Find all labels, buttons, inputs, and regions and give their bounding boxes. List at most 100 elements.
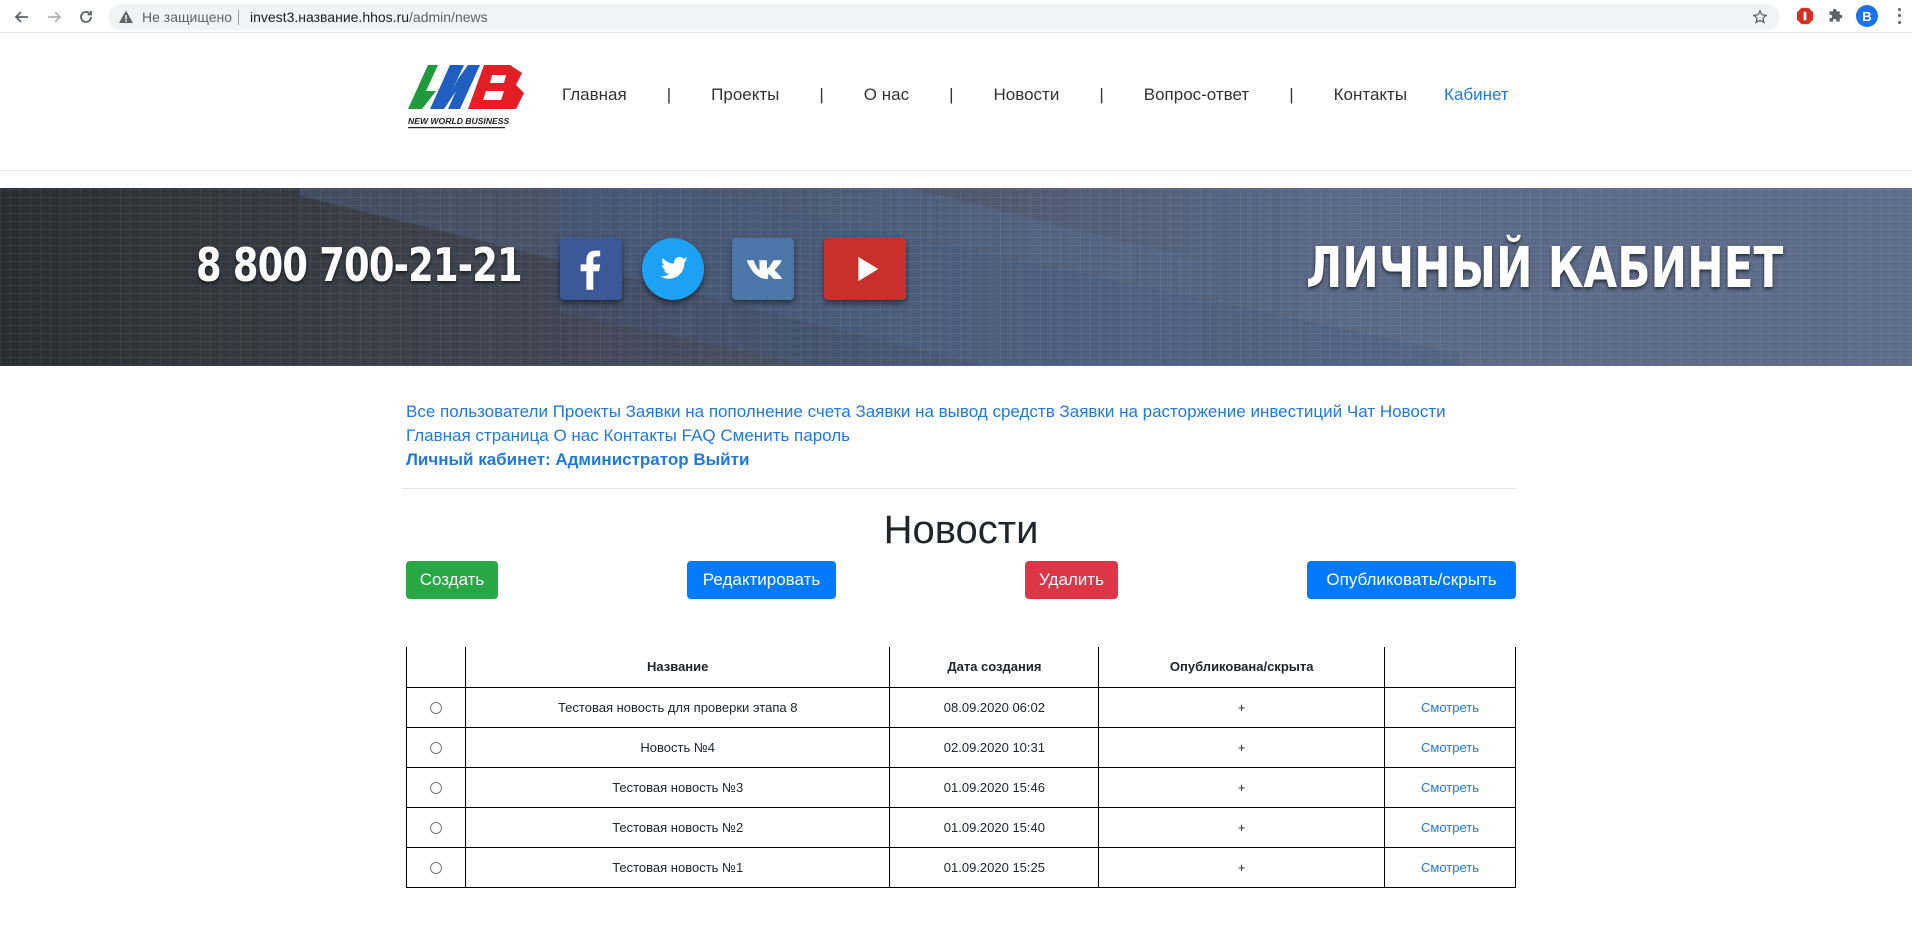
facebook-icon[interactable]: [560, 238, 622, 300]
puzzle-extensions-icon[interactable]: [1825, 6, 1845, 26]
admin-link-users[interactable]: Все пользователи: [406, 402, 548, 421]
admin-link-chat[interactable]: Чат: [1347, 402, 1375, 421]
news-date: 01.09.2020 15:46: [889, 766, 1100, 808]
admin-link-about[interactable]: О нас: [553, 426, 598, 445]
news-date: 02.09.2020 10:31: [889, 726, 1100, 768]
nav-projects[interactable]: Проекты: [711, 85, 779, 105]
url-text[interactable]: invest3.название.hhos.ru/admin/news: [250, 9, 488, 25]
column-header-select: [406, 647, 466, 688]
main-nav: Главная | Проекты | О нас | Новости | Во…: [562, 83, 1509, 107]
publish-toggle-button[interactable]: Опубликовать/скрыть: [1307, 561, 1516, 599]
nav-faq[interactable]: Вопрос-ответ: [1144, 85, 1249, 105]
news-table: Название Дата создания Опубликована/скры…: [406, 647, 1516, 888]
nwb-logo[interactable]: NEW WORLD BUSINESS: [406, 61, 526, 131]
admin-account-link[interactable]: Личный кабинет: Администратор: [406, 450, 689, 469]
security-label: Не защищено: [142, 9, 232, 25]
nav-contacts[interactable]: Контакты: [1334, 85, 1407, 105]
warning-icon[interactable]: [118, 9, 134, 25]
nav-separator: |: [1289, 85, 1294, 104]
edit-button[interactable]: Редактировать: [687, 561, 836, 599]
row-select-cell: [406, 806, 466, 848]
nav-home[interactable]: Главная: [562, 85, 627, 105]
admin-link-contacts[interactable]: Контакты: [603, 426, 676, 445]
news-title: Тестовая новость №2: [464, 806, 891, 848]
news-date: 01.09.2020 15:40: [889, 806, 1100, 848]
nav-news[interactable]: Новости: [994, 85, 1060, 105]
row-radio[interactable]: [429, 822, 442, 835]
reload-icon[interactable]: [74, 5, 98, 29]
bookmark-star-icon[interactable]: [1752, 9, 1768, 25]
news-date: 08.09.2020 06:02: [889, 686, 1100, 728]
row-action-cell: Смотреть: [1384, 806, 1516, 848]
forward-arrow-icon[interactable]: [42, 5, 66, 29]
browser-toolbar: Не защищено invest3.название.hhos.ru/adm…: [0, 0, 1912, 33]
nav-about[interactable]: О нас: [864, 85, 909, 105]
column-header-date: Дата создания: [889, 647, 1100, 688]
news-published: +: [1098, 766, 1386, 808]
view-link[interactable]: Смотреть: [1421, 860, 1479, 875]
news-title: Тестовая новость №1: [464, 846, 891, 888]
row-select-cell: [406, 766, 466, 808]
twitter-icon[interactable]: [642, 238, 704, 300]
vk-icon[interactable]: [732, 238, 794, 300]
view-link[interactable]: Смотреть: [1421, 740, 1479, 755]
nav-cabinet[interactable]: Кабинет: [1444, 85, 1509, 105]
omnibox-divider: [238, 10, 239, 25]
create-button[interactable]: Создать: [406, 561, 498, 599]
view-link[interactable]: Смотреть: [1421, 700, 1479, 715]
site-header: NEW WORLD BUSINESS Главная | Проекты | О…: [0, 33, 1912, 171]
column-header-action: [1384, 647, 1516, 688]
banner-title: ЛИЧНЫЙ КАБИНЕТ: [1306, 236, 1784, 301]
view-link[interactable]: Смотреть: [1421, 820, 1479, 835]
delete-button[interactable]: Удалить: [1025, 561, 1118, 599]
admin-menu: Все пользователи Проекты Заявки на попол…: [406, 400, 1516, 472]
row-select-cell: [406, 686, 466, 728]
admin-link-home-page[interactable]: Главная страница: [406, 426, 549, 445]
banner-phone: 8 800 700-21-21: [196, 238, 523, 292]
adblock-extension-icon[interactable]: [1795, 6, 1815, 26]
admin-link-projects[interactable]: Проекты: [553, 402, 621, 421]
row-action-cell: Смотреть: [1384, 686, 1516, 728]
url-host: invest3.название.hhos.ru: [250, 9, 410, 25]
admin-link-faq[interactable]: FAQ: [682, 426, 716, 445]
logout-link[interactable]: Выйти: [693, 450, 749, 469]
news-date: 01.09.2020 15:25: [889, 846, 1100, 888]
admin-link-deposit-requests[interactable]: Заявки на пополнение счета: [626, 402, 851, 421]
news-published: +: [1098, 806, 1386, 848]
admin-link-withdraw-requests[interactable]: Заявки на вывод средств: [855, 402, 1054, 421]
nav-separator: |: [1099, 85, 1104, 104]
table-row: Тестовая новость №3 01.09.2020 15:46 + С…: [406, 766, 1516, 808]
nav-separator: |: [819, 85, 824, 104]
news-published: +: [1098, 686, 1386, 728]
news-title: Тестовая новость для проверки этапа 8: [464, 686, 891, 728]
browser-menu-icon[interactable]: [1892, 6, 1906, 26]
view-link[interactable]: Смотреть: [1421, 780, 1479, 795]
admin-menu-divider: [402, 488, 1516, 489]
table-row: Тестовая новость №1 01.09.2020 15:25 + С…: [406, 846, 1516, 888]
news-published: +: [1098, 846, 1386, 888]
nav-separator: |: [666, 85, 672, 104]
admin-link-change-password[interactable]: Сменить пароль: [720, 426, 850, 445]
table-row: Тестовая новость №2 01.09.2020 15:40 + С…: [406, 806, 1516, 848]
admin-link-news[interactable]: Новости: [1380, 402, 1446, 421]
back-arrow-icon[interactable]: [10, 5, 34, 29]
row-radio[interactable]: [429, 862, 442, 875]
column-header-title: Название: [464, 647, 891, 688]
cabinet-banner: 8 800 700-21-21 ЛИЧНЫЙ КАБИНЕТ: [0, 188, 1912, 366]
news-title: Новость №4: [464, 726, 891, 768]
row-select-cell: [406, 846, 466, 888]
admin-link-termination-requests[interactable]: Заявки на расторжение инвестиций: [1059, 402, 1342, 421]
youtube-icon[interactable]: [824, 238, 906, 300]
address-bar[interactable]: Не защищено invest3.название.hhos.ru/adm…: [108, 4, 1780, 30]
row-select-cell: [406, 726, 466, 768]
logo-text: NEW WORLD BUSINESS: [408, 116, 509, 126]
profile-avatar[interactable]: B: [1856, 5, 1878, 27]
row-radio[interactable]: [429, 742, 442, 755]
table-header-row: Название Дата создания Опубликована/скры…: [406, 647, 1516, 688]
nav-separator: |: [949, 85, 954, 104]
news-published: +: [1098, 726, 1386, 768]
url-path: /admin/news: [409, 9, 488, 25]
row-radio[interactable]: [429, 702, 442, 715]
row-action-cell: Смотреть: [1384, 766, 1516, 808]
row-radio[interactable]: [429, 782, 442, 795]
